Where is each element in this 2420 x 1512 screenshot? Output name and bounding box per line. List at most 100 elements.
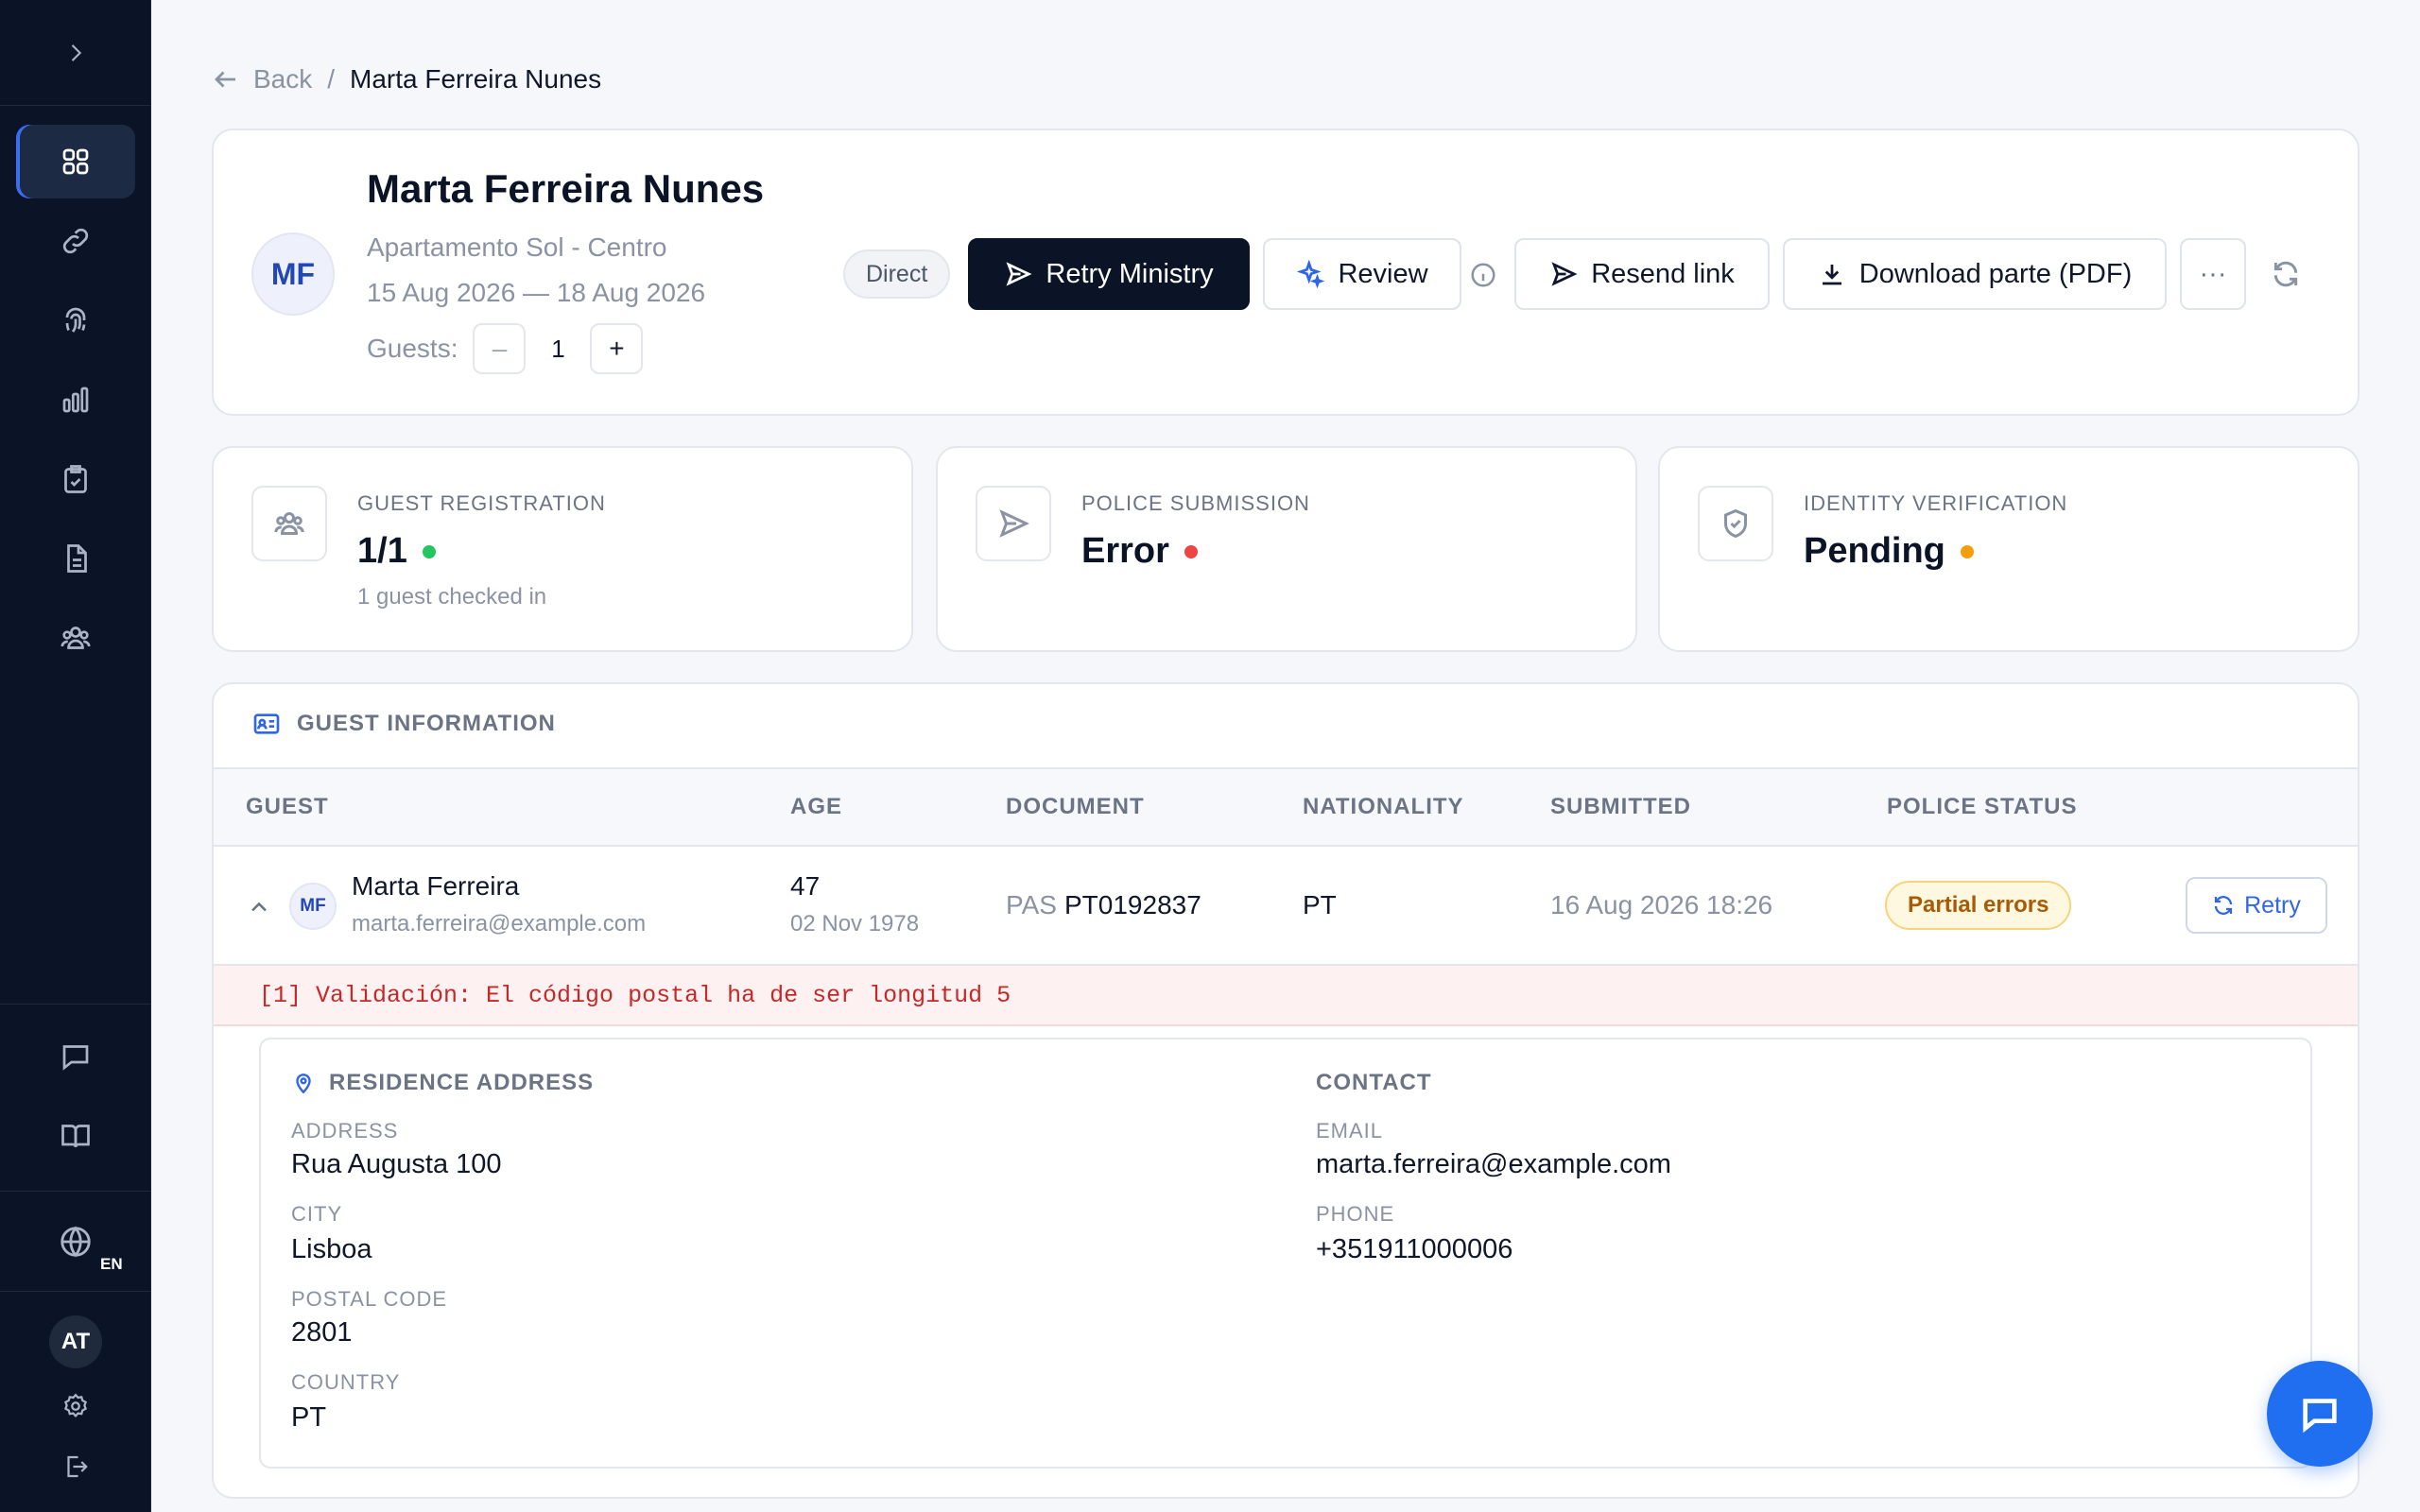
sidebar-nav bbox=[0, 125, 151, 680]
sidebar: EN AT bbox=[0, 0, 151, 1512]
address-label: ADDRESS bbox=[291, 1119, 399, 1143]
column-header-police-status: POLICE STATUS bbox=[1887, 794, 2078, 819]
book-icon bbox=[61, 1125, 90, 1148]
city-value: Lisboa bbox=[291, 1234, 372, 1264]
section-title: GUEST INFORMATION bbox=[297, 711, 556, 736]
guests-value: 1 bbox=[551, 334, 565, 363]
sidebar-item-identity[interactable] bbox=[16, 284, 135, 357]
phone-value: +351911000006 bbox=[1316, 1234, 1513, 1264]
sidebar-divider bbox=[0, 1291, 151, 1292]
city-label: CITY bbox=[291, 1202, 343, 1226]
chat-icon bbox=[62, 1045, 89, 1071]
column-header-guest: GUEST bbox=[246, 794, 329, 819]
breadcrumb-separator: / bbox=[327, 64, 336, 94]
logout-button[interactable] bbox=[0, 1448, 151, 1486]
status-value: Pending bbox=[1804, 531, 1974, 572]
resend-link-label: Resend link bbox=[1591, 258, 1735, 289]
table-header: GUEST AGE DOCUMENT NATIONALITY SUBMITTED… bbox=[214, 767, 2358, 847]
police-value: Error bbox=[1081, 531, 1169, 571]
breadcrumb: Back / Marta Ferreira Nunes bbox=[212, 62, 601, 96]
registration-value: 1/1 bbox=[357, 531, 407, 571]
document-icon bbox=[67, 544, 87, 573]
guest-avatar: MF bbox=[251, 232, 335, 316]
resend-link-button[interactable]: Resend link bbox=[1514, 238, 1770, 310]
police-submission-card: POLICE SUBMISSION Error bbox=[936, 446, 1637, 652]
page-title: Marta Ferreira Nunes bbox=[367, 166, 765, 211]
validation-error-message: [1] Validación: El código postal ha de s… bbox=[214, 966, 2358, 1026]
download-pdf-button[interactable]: Download parte (PDF) bbox=[1783, 238, 2167, 310]
status-dot bbox=[1184, 544, 1198, 558]
email-value: marta.ferreira@example.com bbox=[1316, 1149, 1671, 1179]
sidebar-item-support[interactable] bbox=[0, 1030, 151, 1083]
column-header-document: DOCUMENT bbox=[1006, 794, 1145, 819]
collapse-row-button[interactable] bbox=[246, 894, 272, 925]
map-pin-icon bbox=[296, 1074, 311, 1094]
arrow-left-icon bbox=[215, 71, 235, 88]
sidebar-divider bbox=[0, 1004, 151, 1005]
sidebar-item-checklist[interactable] bbox=[16, 442, 135, 516]
status-dot bbox=[422, 544, 436, 558]
back-label: Back bbox=[253, 64, 313, 94]
chat-icon bbox=[2303, 1399, 2337, 1434]
sidebar-item-dashboard[interactable] bbox=[16, 125, 135, 198]
sidebar-item-reports[interactable] bbox=[16, 363, 135, 437]
nationality: PT bbox=[1303, 890, 1337, 919]
retry-guest-button[interactable]: Retry bbox=[2186, 877, 2327, 934]
user-avatar[interactable]: AT bbox=[49, 1315, 102, 1368]
section-title: RESIDENCE ADDRESS bbox=[329, 1070, 595, 1095]
clipboard-check-icon bbox=[64, 465, 87, 493]
column-header-nationality: NATIONALITY bbox=[1303, 794, 1464, 819]
refresh-button[interactable] bbox=[2271, 259, 2301, 294]
link-icon bbox=[62, 228, 89, 254]
status-dot bbox=[1960, 544, 1974, 558]
back-link[interactable]: Back bbox=[212, 64, 312, 94]
column-header-submitted: SUBMITTED bbox=[1550, 794, 1691, 819]
sidebar-item-links[interactable] bbox=[16, 204, 135, 278]
email-label: EMAIL bbox=[1316, 1119, 1384, 1143]
sidebar-expand-button[interactable] bbox=[0, 0, 151, 106]
sidebar-item-guests[interactable] bbox=[16, 601, 135, 675]
sidebar-item-documents[interactable] bbox=[16, 522, 135, 595]
guest-email: marta.ferreira@example.com bbox=[352, 911, 647, 936]
logout-icon bbox=[67, 1455, 88, 1478]
chat-support-button[interactable] bbox=[2267, 1361, 2373, 1467]
guests-count-control: Guests: – 1 + bbox=[367, 323, 644, 374]
send-icon bbox=[1006, 262, 1032, 286]
guests-decrement-button[interactable]: – bbox=[473, 323, 527, 374]
status-subtext: 1 guest checked in bbox=[357, 584, 547, 610]
phone-label: PHONE bbox=[1316, 1202, 1395, 1226]
status-icon-box bbox=[976, 486, 1051, 561]
country-value: PT bbox=[291, 1402, 327, 1433]
guest-dob: 02 Nov 1978 bbox=[790, 911, 920, 936]
review-button[interactable]: Review bbox=[1263, 238, 1461, 310]
postal-code-label: POSTAL CODE bbox=[291, 1287, 448, 1311]
retry-label: Retry bbox=[2244, 891, 2301, 919]
retry-ministry-button[interactable]: Retry Ministry bbox=[968, 238, 1250, 310]
country-label: COUNTRY bbox=[291, 1370, 401, 1394]
status-badge: Partial errors bbox=[1885, 881, 2072, 930]
guests-increment-button[interactable]: + bbox=[590, 323, 644, 374]
guest-information-card: GUEST INFORMATION GUEST AGE DOCUMENT NAT… bbox=[212, 682, 2360, 1499]
channel-badge: Direct bbox=[843, 249, 951, 299]
language-switcher[interactable] bbox=[0, 1215, 151, 1268]
users-icon bbox=[274, 512, 304, 535]
stay-dates: 15 Aug 2026 — 18 Aug 2026 bbox=[367, 278, 706, 307]
property-name: Apartamento Sol - Centro bbox=[367, 232, 667, 262]
send-icon bbox=[1551, 262, 1578, 286]
status-label: POLICE SUBMISSION bbox=[1081, 491, 1310, 515]
more-actions-button[interactable]: ··· bbox=[2180, 238, 2246, 310]
retry-ministry-label: Retry Ministry bbox=[1046, 258, 1214, 289]
review-info-icon[interactable] bbox=[1469, 261, 1497, 294]
users-icon bbox=[60, 627, 91, 649]
sparkles-icon bbox=[1297, 260, 1325, 288]
status-value: Error bbox=[1081, 531, 1198, 572]
download-pdf-label: Download parte (PDF) bbox=[1858, 258, 2133, 289]
settings-button[interactable] bbox=[0, 1387, 151, 1425]
guest-information-header: GUEST INFORMATION bbox=[251, 709, 556, 739]
identity-value: Pending bbox=[1804, 531, 1945, 571]
gear-icon bbox=[63, 1393, 88, 1418]
booking-header-card: MF Marta Ferreira Nunes Apartamento Sol … bbox=[212, 129, 2360, 416]
sidebar-item-docs[interactable] bbox=[0, 1109, 151, 1162]
document-number: PT0192837 bbox=[1064, 890, 1201, 919]
column-header-age: AGE bbox=[790, 794, 843, 819]
